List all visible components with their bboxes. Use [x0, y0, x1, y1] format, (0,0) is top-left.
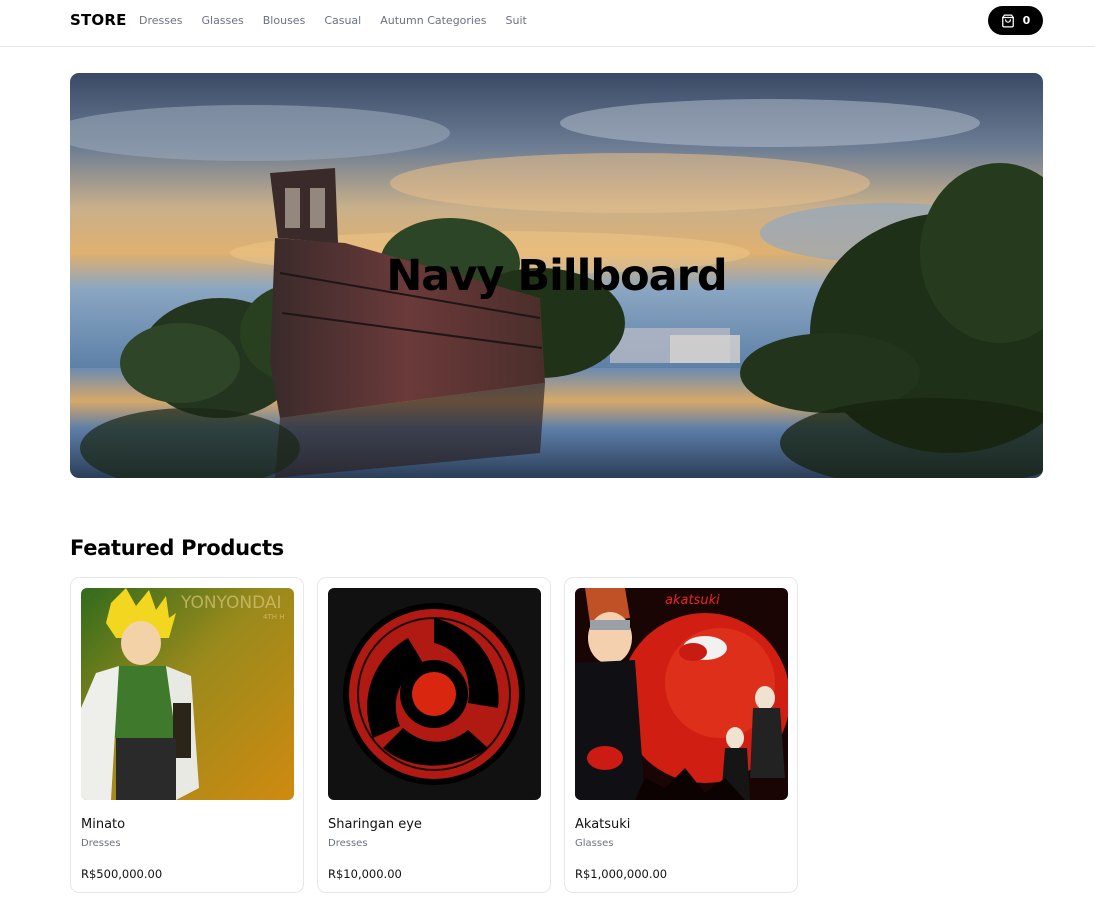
- product-name: Sharingan eye: [328, 817, 422, 832]
- product-name: Minato: [81, 817, 126, 832]
- product-price: R$10,000.00: [328, 867, 402, 881]
- cart-count: 0: [1022, 14, 1031, 27]
- shopping-bag-icon: [1001, 14, 1015, 28]
- nav-link-dresses[interactable]: Dresses: [139, 14, 182, 27]
- cart-button[interactable]: 0: [988, 6, 1043, 35]
- hero-billboard: Navy Billboard: [70, 73, 1043, 478]
- product-image[interactable]: YONYONDAI 4TH H: [81, 588, 294, 800]
- category-nav: Dresses Glasses Blouses Casual Autumn Ca…: [139, 14, 527, 27]
- product-card-akatsuki[interactable]: akatsuki Akatsuki Glasses R$1,000,000.00: [564, 577, 798, 893]
- svg-text:akatsuki: akatsuki: [665, 593, 720, 608]
- product-image[interactable]: akatsuki: [575, 588, 788, 800]
- product-card-minato[interactable]: YONYONDAI 4TH H Minato Dresses R$500,000…: [70, 577, 304, 893]
- nav-link-blouses[interactable]: Blouses: [263, 14, 306, 27]
- store-logo[interactable]: STORE: [70, 11, 127, 29]
- svg-text:YONYONDAI: YONYONDAI: [180, 593, 282, 613]
- product-image[interactable]: [328, 588, 541, 800]
- product-category: Glasses: [575, 838, 614, 849]
- nav-link-autumn-categories[interactable]: Autumn Categories: [380, 14, 486, 27]
- nav-link-glasses[interactable]: Glasses: [201, 14, 243, 27]
- billboard-label: Navy Billboard: [386, 250, 727, 301]
- navbar: STORE Dresses Glasses Blouses Casual Aut…: [0, 0, 1095, 47]
- product-list: YONYONDAI 4TH H Minato Dresses R$500,000…: [70, 577, 798, 893]
- featured-products-title: Featured Products: [70, 536, 284, 560]
- svg-text:4TH H: 4TH H: [263, 613, 284, 621]
- product-price: R$500,000.00: [81, 867, 163, 881]
- product-category: Dresses: [81, 838, 121, 849]
- product-card-sharingan-eye[interactable]: Sharingan eye Dresses R$10,000.00: [317, 577, 551, 893]
- product-category: Dresses: [328, 838, 368, 849]
- nav-link-casual[interactable]: Casual: [324, 14, 361, 27]
- product-name: Akatsuki: [575, 817, 631, 832]
- nav-link-suit[interactable]: Suit: [506, 14, 527, 27]
- product-price: R$1,000,000.00: [575, 867, 668, 881]
